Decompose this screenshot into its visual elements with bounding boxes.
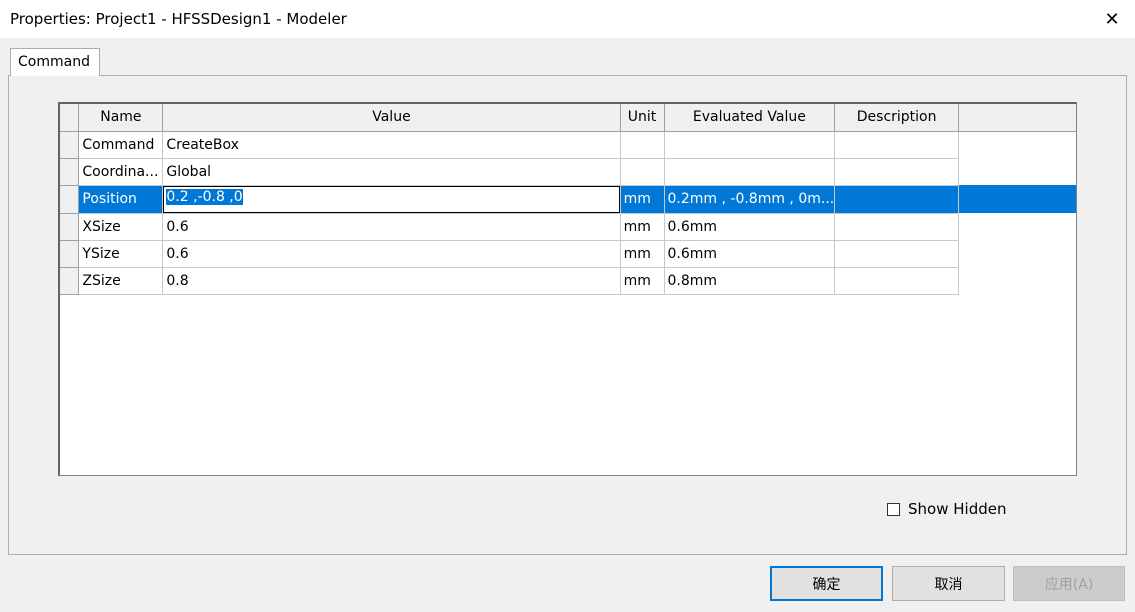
cell-value[interactable]: Global xyxy=(162,158,621,186)
row-filler xyxy=(958,213,1076,240)
row-header[interactable] xyxy=(60,213,80,241)
table-row[interactable]: Coordina... Global xyxy=(60,158,1076,186)
column-header-description[interactable]: Description xyxy=(834,104,960,132)
table-row[interactable]: ZSize 0.8 mm 0.8mm xyxy=(60,267,1076,295)
row-header[interactable] xyxy=(60,267,80,295)
ok-button[interactable]: 确定 xyxy=(770,566,883,601)
cell-name[interactable]: Coordina... xyxy=(78,158,164,186)
cell-value[interactable]: 0.6 xyxy=(162,240,621,268)
tab-command-label: Command xyxy=(18,54,90,70)
cell-evaluated-value: 0.6mm xyxy=(664,240,836,268)
close-button[interactable]: ✕ xyxy=(1089,0,1135,38)
column-header-evaluated-value[interactable]: Evaluated Value xyxy=(664,104,836,132)
cell-name[interactable]: XSize xyxy=(78,213,164,241)
cell-unit[interactable]: mm xyxy=(620,213,665,241)
column-header-value[interactable]: Value xyxy=(162,104,621,132)
cell-value[interactable]: 0.6 xyxy=(162,213,621,241)
value-edit-input[interactable]: 0.2 ,-0.8 ,0 xyxy=(163,185,620,212)
cancel-button[interactable]: 取消 xyxy=(892,566,1005,601)
cell-evaluated-value: 0.8mm xyxy=(664,267,836,295)
window-title: Properties: Project1 - HFSSDesign1 - Mod… xyxy=(10,10,347,28)
cell-description[interactable] xyxy=(834,131,960,159)
cell-name[interactable]: ZSize xyxy=(78,267,164,295)
header-filler xyxy=(958,104,1076,132)
close-icon: ✕ xyxy=(1104,8,1120,30)
table-row[interactable]: XSize 0.6 mm 0.6mm xyxy=(60,213,1076,241)
tab-command[interactable]: Command xyxy=(10,48,100,76)
cell-description[interactable] xyxy=(834,185,960,214)
show-hidden-toggle[interactable]: Show Hidden xyxy=(887,500,1006,518)
title-bar: Properties: Project1 - HFSSDesign1 - Mod… xyxy=(0,0,1135,38)
row-filler xyxy=(958,185,1076,213)
cell-evaluated-value: 0.6mm xyxy=(664,213,836,241)
cell-description[interactable] xyxy=(834,213,960,241)
table-row[interactable]: YSize 0.6 mm 0.6mm xyxy=(60,240,1076,268)
cell-unit[interactable] xyxy=(620,158,665,186)
cell-unit[interactable]: mm xyxy=(620,267,665,295)
row-header[interactable] xyxy=(60,185,80,214)
apply-button[interactable]: 应用(A) xyxy=(1013,566,1125,601)
cell-value-editor[interactable]: 0.2 ,-0.8 ,0 xyxy=(162,185,621,214)
properties-grid: Name Value Unit Evaluated Value Descript… xyxy=(58,102,1077,476)
cell-description[interactable] xyxy=(834,267,960,295)
row-filler xyxy=(958,267,1076,294)
row-header[interactable] xyxy=(60,240,80,268)
cell-unit[interactable] xyxy=(620,131,665,159)
show-hidden-checkbox[interactable] xyxy=(887,502,900,516)
table-row[interactable]: Command CreateBox xyxy=(60,131,1076,159)
cell-value[interactable]: CreateBox xyxy=(162,131,621,159)
row-filler xyxy=(958,158,1076,185)
cell-unit[interactable]: mm xyxy=(620,240,665,268)
cell-name[interactable]: YSize xyxy=(78,240,164,268)
cell-name[interactable]: Command xyxy=(78,131,164,159)
row-header[interactable] xyxy=(60,158,80,186)
column-header-unit[interactable]: Unit xyxy=(620,104,665,132)
row-header[interactable] xyxy=(60,131,80,159)
cell-value[interactable]: 0.8 xyxy=(162,267,621,295)
selected-text: 0.2 ,-0.8 ,0 xyxy=(166,188,243,205)
cell-evaluated-value xyxy=(664,131,836,159)
column-header-name[interactable]: Name xyxy=(78,104,164,132)
cell-unit[interactable]: mm xyxy=(620,185,665,214)
properties-table: Name Value Unit Evaluated Value Descript… xyxy=(60,104,1076,295)
cell-description[interactable] xyxy=(834,158,960,186)
cell-evaluated-value xyxy=(664,158,836,186)
row-filler xyxy=(958,240,1076,267)
header-row: Name Value Unit Evaluated Value Descript… xyxy=(60,104,1076,132)
row-filler xyxy=(958,131,1076,158)
cell-name[interactable]: Position xyxy=(78,185,164,214)
show-hidden-label: Show Hidden xyxy=(908,500,1007,518)
cell-description[interactable] xyxy=(834,240,960,268)
table-row-selected[interactable]: Position 0.2 ,-0.8 ,0 mm 0.2mm , -0.8mm … xyxy=(60,185,1076,214)
cell-evaluated-value: 0.2mm , -0.8mm , 0m... xyxy=(664,185,836,214)
corner-cell xyxy=(60,104,80,132)
